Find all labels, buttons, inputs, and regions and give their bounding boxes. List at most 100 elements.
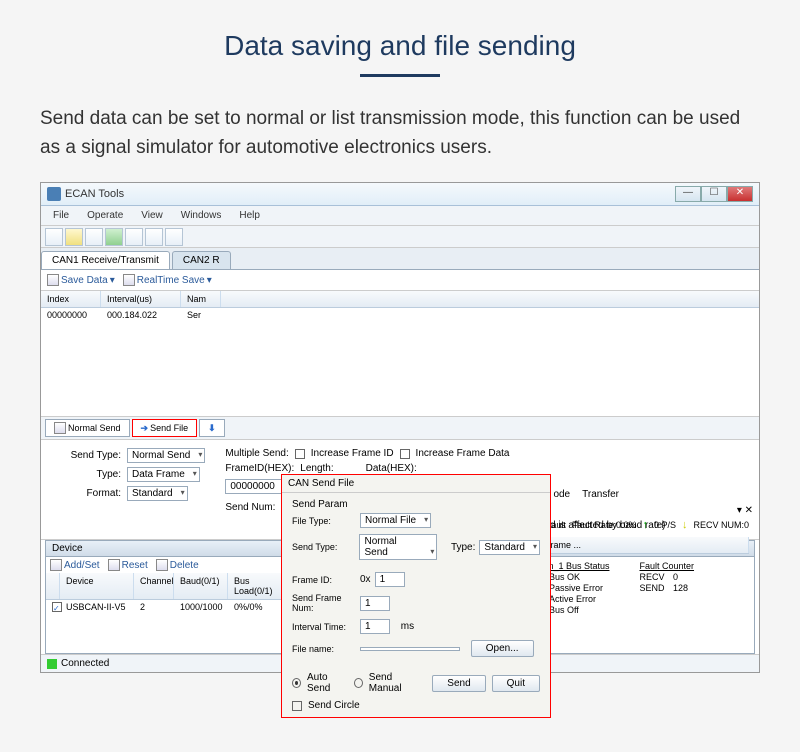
length-label: Length: xyxy=(300,463,333,474)
multiple-send-label: Multiple Send: xyxy=(225,448,288,459)
realtime-save-button[interactable]: RealTime Save ▾ xyxy=(123,274,212,286)
connected-icon xyxy=(47,659,57,669)
col-interval: Interval(us) xyxy=(101,291,181,307)
device-panel-title: Device xyxy=(52,543,83,554)
send-frame-num-label: Send Frame Num: xyxy=(292,593,356,613)
send-manual-label: Send Manual xyxy=(369,672,421,694)
col-name: Nam xyxy=(181,291,221,307)
window-title: ECAN Tools xyxy=(65,188,124,200)
delete-button[interactable]: Delete xyxy=(156,559,199,571)
receive-grid-header: Index Interval(us) Nam xyxy=(41,291,759,308)
col-device: Device xyxy=(60,573,134,599)
receive-toolbar: Save Data ▾ RealTime Save ▾ xyxy=(41,270,759,291)
down-arrow-icon: ↓ xyxy=(682,519,688,531)
reset-icon xyxy=(108,559,120,571)
file-name-label: File name: xyxy=(292,644,356,654)
minimize-button[interactable]: — xyxy=(675,186,701,202)
tab-send-file[interactable]: ➔Send File xyxy=(132,419,198,437)
toolbar-button[interactable] xyxy=(165,228,183,246)
mode-menu[interactable]: ode xyxy=(553,489,570,500)
menu-operate[interactable]: Operate xyxy=(79,208,131,223)
menu-help[interactable]: Help xyxy=(231,208,268,223)
close-button[interactable]: ✕ xyxy=(727,186,753,202)
can-send-file-dialog: CAN Send File Send Param File Type:Norma… xyxy=(281,474,551,718)
channel-tabs: CAN1 Receive/Transmit CAN2 R xyxy=(41,248,759,270)
interval-time-label: Interval Time: xyxy=(292,622,356,632)
tab-can1[interactable]: CAN1 Receive/Transmit xyxy=(41,251,170,269)
dlg-send-type-label: Send Type: xyxy=(292,542,355,552)
send-manual-radio[interactable] xyxy=(354,678,363,688)
col-baud: Baud(0/1) xyxy=(174,573,228,599)
add-set-button[interactable]: Add/Set xyxy=(50,559,100,571)
format-select[interactable]: Standard xyxy=(127,486,188,501)
page-title: Data saving and file sending xyxy=(0,0,800,74)
close-panel-button[interactable]: ▾ ✕ xyxy=(737,505,753,516)
app-icon xyxy=(47,187,61,201)
open-button[interactable]: Open... xyxy=(471,640,534,657)
dialog-title: CAN Send File xyxy=(282,475,550,493)
tab-normal-send[interactable]: Normal Send xyxy=(45,419,130,437)
send-type-select[interactable]: Normal Send xyxy=(127,448,205,463)
auto-send-radio[interactable] xyxy=(292,678,301,688)
receive-grid-area xyxy=(41,322,759,417)
cell-channel: 2 xyxy=(134,601,174,614)
arrow-down-icon: ⬇ xyxy=(208,423,216,434)
realtime-icon xyxy=(123,274,135,286)
tab-can2[interactable]: CAN2 R xyxy=(172,251,231,269)
cell-index: 00000000 xyxy=(41,309,101,321)
interval-time-input[interactable]: 1 xyxy=(360,619,390,634)
tab-more[interactable]: ⬇ xyxy=(199,419,225,437)
type-label: Type: xyxy=(61,469,121,480)
save-data-button[interactable]: Save Data ▾ xyxy=(47,274,115,286)
page-description: Send data can be set to normal or list t… xyxy=(0,105,800,182)
arrow-right-icon: ➔ xyxy=(141,423,149,434)
col-channel: Channel xyxy=(134,573,174,599)
reset-button[interactable]: Reset xyxy=(108,559,148,571)
window-titlebar: ECAN Tools — ☐ ✕ xyxy=(41,183,759,206)
frame-id-input[interactable]: 1 xyxy=(375,572,405,587)
dlg-send-button[interactable]: Send xyxy=(432,675,485,692)
type-select[interactable]: Data Frame xyxy=(127,467,200,482)
frameid-input[interactable]: 00000000 xyxy=(225,479,283,494)
toolbar-button[interactable] xyxy=(65,228,83,246)
toolbar-button[interactable] xyxy=(145,228,163,246)
receive-grid-row[interactable]: 00000000 000.184.022 Ser xyxy=(41,308,759,322)
normal-icon xyxy=(54,422,66,434)
increase-id-label: Increase Frame ID xyxy=(311,448,394,459)
send-frame-num-input[interactable]: 1 xyxy=(360,596,390,611)
send-type-label: Send Type: xyxy=(61,450,121,461)
send-circle-label: Send Circle xyxy=(308,700,360,711)
menu-bar: File Operate View Windows Help xyxy=(41,206,759,226)
dlg-type-select[interactable]: Standard xyxy=(479,540,540,555)
file-type-select[interactable]: Normal File xyxy=(360,513,431,528)
connected-label: Connected xyxy=(61,658,109,669)
ps-value: 0 P/S xyxy=(654,520,676,530)
recv-num: RECV NUM:0 xyxy=(693,520,749,530)
main-toolbar xyxy=(41,226,759,248)
increase-data-label: Increase Frame Data xyxy=(416,448,510,459)
add-icon xyxy=(50,559,62,571)
maximize-button[interactable]: ☐ xyxy=(701,186,727,202)
send-circle-checkbox[interactable] xyxy=(292,701,302,711)
format-label: Format: xyxy=(61,488,121,499)
dlg-send-type-select[interactable]: Normal Send xyxy=(359,534,437,560)
cell-name: Ser xyxy=(181,309,221,321)
toolbar-button[interactable] xyxy=(45,228,63,246)
dlg-quit-button[interactable]: Quit xyxy=(492,675,540,692)
toolbar-button[interactable] xyxy=(85,228,103,246)
menu-view[interactable]: View xyxy=(133,208,171,223)
app-window: ECAN Tools — ☐ ✕ File Operate View Windo… xyxy=(40,182,760,673)
col-index: Index xyxy=(41,291,101,307)
toolbar-button[interactable] xyxy=(125,228,143,246)
increase-data-checkbox[interactable] xyxy=(400,449,410,459)
menu-windows[interactable]: Windows xyxy=(173,208,230,223)
file-name-input[interactable] xyxy=(360,647,460,651)
menu-file[interactable]: File xyxy=(45,208,77,223)
toolbar-button[interactable] xyxy=(105,228,123,246)
up-arrow-icon: ↑ xyxy=(642,519,648,531)
increase-id-checkbox[interactable] xyxy=(295,449,305,459)
dlg-type-label: Type: xyxy=(451,542,475,553)
cell-device: USBCAN-II-V5 xyxy=(60,601,134,614)
transfer-menu[interactable]: Transfer xyxy=(582,489,619,500)
auto-send-label: Auto Send xyxy=(307,672,348,694)
